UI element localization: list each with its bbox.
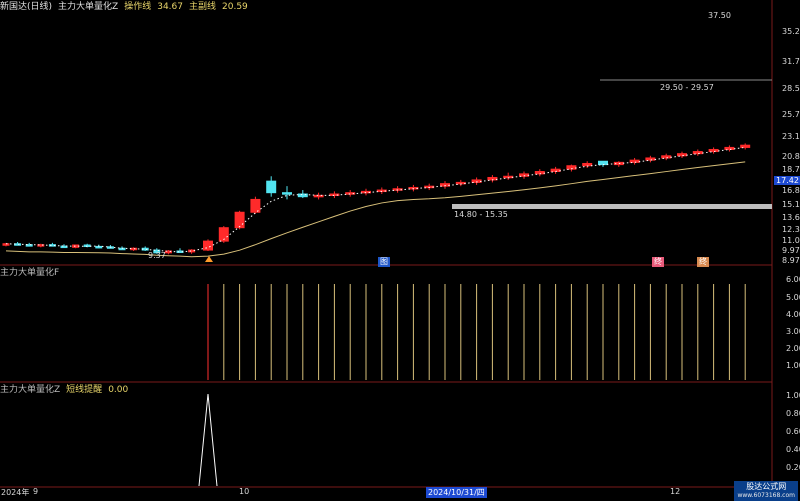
candle-body[interactable] — [250, 198, 261, 213]
sub2-axis-tick: 1.00 — [786, 391, 800, 400]
axis-tick: 28.59 — [782, 84, 800, 93]
sub1-axis-tick: 1.00 — [786, 361, 800, 370]
low-price-label: 9.37 — [148, 251, 166, 260]
main-header: 新国达(日线) 主力大单量化Z 操作线 34.67 主副线 20.59 — [0, 0, 248, 14]
sub1-header: 主力大单量化F — [0, 266, 59, 280]
candle-body[interactable] — [598, 160, 608, 166]
moving-average-line — [5, 161, 746, 258]
sub2-signal-spike — [198, 393, 218, 487]
candle-body[interactable] — [266, 180, 277, 194]
indicator-name: 主力大单量化Z — [58, 2, 119, 12]
current-price-tag: 17.42 — [774, 176, 800, 185]
axis-tick: 18.75 — [782, 165, 800, 174]
axis-tick: 13.67 — [782, 213, 800, 222]
watermark-badge: 股达公式网 www.6073168.com — [734, 481, 798, 501]
sub2-axis-tick: 0.60 — [786, 427, 800, 436]
candle-body[interactable] — [740, 144, 751, 148]
sub2-title: 主力大单量化Z — [0, 385, 61, 395]
event-marker[interactable]: 终 — [652, 257, 664, 267]
candle-body[interactable] — [661, 155, 672, 159]
buy-arrow-icon — [205, 256, 213, 262]
candle-body[interactable] — [724, 146, 735, 150]
candle-body[interactable] — [692, 151, 703, 155]
bottom-axis-label: 10 — [239, 487, 250, 496]
axis-tick: 9.97 — [782, 246, 800, 255]
indicator-value2: 20.59 — [222, 2, 248, 12]
axis-tick: 16.88 — [782, 186, 800, 195]
indicator-label2: 主副线 — [188, 2, 216, 12]
chart-stage — [0, 0, 773, 500]
indicator-value1: 34.67 — [157, 2, 183, 12]
sub2-header: 主力大单量化Z 短线提醒 0.00 — [0, 383, 128, 397]
sub2-label: 短线提醒 — [66, 385, 103, 395]
candle-body[interactable] — [645, 157, 656, 161]
candle-body[interactable] — [203, 240, 213, 251]
axis-tick: 31.76 — [782, 57, 800, 66]
candle-body[interactable] — [708, 148, 719, 153]
ma-polyline — [5, 161, 746, 258]
sub1-axis-tick: 6.00 — [786, 275, 800, 284]
bottom-axis-label: 2024年 — [1, 488, 30, 497]
zone-label-low: 14.80 - 15.35 — [454, 210, 508, 219]
sub1-signal-bars — [207, 284, 746, 380]
axis-tick: 35.29 — [782, 27, 800, 36]
sub1-axis-tick: 3.00 — [786, 327, 800, 336]
support-zone-band — [452, 204, 772, 209]
stock-title: 新国达(日线) — [0, 2, 53, 12]
indicator-label1: 操作线 — [124, 2, 152, 12]
zone-label-mid: 29.50 - 29.57 — [660, 83, 714, 92]
candle-body[interactable] — [582, 162, 593, 167]
bottom-axis-label: 12 — [670, 487, 681, 496]
high-price-label: 37.50 — [708, 11, 731, 20]
sub2-value: 0.00 — [108, 385, 129, 395]
candle-body[interactable] — [95, 245, 103, 249]
candle-body[interactable] — [629, 159, 640, 163]
axis-tick: 8.97 — [782, 256, 800, 265]
bottom-axis-label: 9 — [33, 487, 39, 496]
axis-tick: 12.30 — [782, 225, 800, 234]
watermark-line2: www.6073168.com — [737, 492, 795, 499]
sub1-axis-tick: 4.00 — [786, 310, 800, 319]
spike-polyline — [198, 393, 218, 487]
sub1-axis-tick: 5.00 — [786, 293, 800, 302]
event-marker[interactable]: 终 — [697, 257, 709, 267]
sub1-title: 主力大单量化F — [0, 268, 60, 278]
candle-body[interactable] — [72, 244, 80, 248]
axis-tick: 23.15 — [782, 132, 800, 141]
event-marker[interactable]: 图 — [378, 257, 390, 267]
axis-tick: 25.73 — [782, 110, 800, 119]
candlestick-series — [2, 143, 751, 255]
watermark-line1: 股达公式网 — [746, 482, 787, 491]
sub2-axis-tick: 0.40 — [786, 445, 800, 454]
sub1-axis-tick: 2.00 — [786, 344, 800, 353]
axis-tick: 15.19 — [782, 200, 800, 209]
candle-body[interactable] — [14, 243, 22, 246]
sub2-axis-tick: 0.20 — [786, 463, 800, 472]
candle-body[interactable] — [677, 153, 687, 157]
candle-body[interactable] — [234, 211, 245, 229]
candle-body[interactable] — [282, 192, 292, 195]
candle-body[interactable] — [130, 247, 138, 251]
axis-tick: 11.07 — [782, 236, 800, 245]
crosshair-date-label: 2024/10/31/四 — [426, 487, 487, 498]
axis-tick: 20.84 — [782, 152, 800, 161]
sub2-axis-tick: 0.80 — [786, 409, 800, 418]
